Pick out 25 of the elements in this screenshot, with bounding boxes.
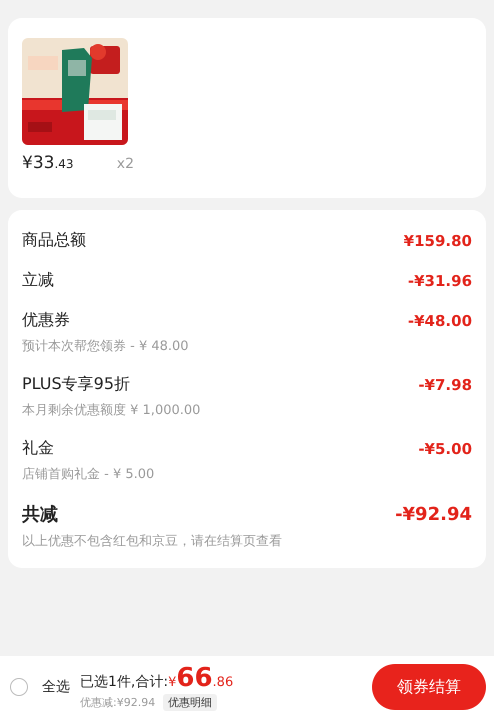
summary-amount: ¥159.80 — [404, 232, 472, 250]
select-all-label[interactable]: 全选 — [42, 678, 70, 696]
checkout-button[interactable]: 领券结算 — [372, 664, 486, 710]
total-amount: -¥92.94 — [395, 504, 472, 524]
summary-label: PLUS专享95折 — [22, 374, 130, 395]
summary-amount: -¥48.00 — [408, 312, 472, 330]
total-note: 以上优惠不包含红包和京豆，请在结算页查看 — [22, 533, 283, 550]
summary-label: 礼金 — [22, 438, 54, 459]
summary-note: 店铺首购礼金 - ¥ 5.00 — [22, 466, 156, 483]
summary-amount: -¥31.96 — [408, 272, 472, 290]
total-label: 共减 — [22, 503, 58, 526]
summary-label: 优惠券 — [22, 310, 70, 331]
select-all-radio[interactable] — [10, 678, 28, 696]
discount-text: 优惠减:¥92.94 — [80, 695, 156, 710]
summary-label: 立减 — [22, 270, 54, 291]
quantity: x2 — [116, 156, 134, 172]
discount-detail-button[interactable]: 优惠明细 — [163, 694, 218, 711]
product-price: ¥33.43 — [22, 153, 74, 173]
total-price: ¥66.86 — [168, 663, 234, 693]
summary-label: 商品总额 — [22, 230, 86, 251]
summary-note: 预计本次帮您领券 - ¥ 48.00 — [22, 338, 190, 355]
selected-count: 已选1件,合计: — [80, 673, 168, 691]
summary-amount: -¥7.98 — [418, 376, 472, 394]
summary-note: 本月剩余优惠额度 ¥ 1,000.00 — [22, 402, 202, 419]
summary-amount: -¥5.00 — [418, 440, 472, 458]
